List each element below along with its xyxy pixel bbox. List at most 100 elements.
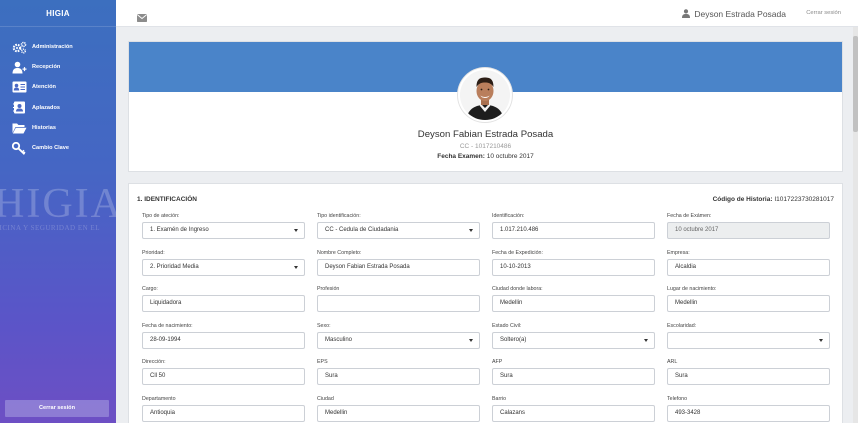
eps-input[interactable]: Sura [317, 368, 480, 385]
user-icon [682, 9, 691, 18]
fecha-de-expedicion-input[interactable]: 10-10-2013 [492, 258, 655, 276]
field-label: ARL [667, 359, 678, 365]
empresa-input[interactable]: Alcaldia [667, 258, 830, 276]
direccion-input[interactable]: Cll 50 [142, 368, 305, 385]
history-code: Código de Historia: I1017223730281017 [713, 196, 834, 203]
lugar-de-nacimiento-input[interactable]: Medellin [667, 295, 830, 312]
prioridad-select[interactable]: 2. Prioridad Media [142, 258, 305, 276]
field-label: Sexo: [317, 322, 331, 329]
field-label: Tipo identificación: [317, 213, 361, 219]
departamento-input[interactable]: Antioquia [142, 404, 305, 422]
arl-input[interactable]: Sura [667, 368, 830, 385]
field-ciudad-donde-labora: Ciudad donde labora: Medellin [492, 285, 655, 322]
profile-card: Deyson Fabian Estrada Posada CC - 101721… [128, 41, 843, 172]
ciudad-input[interactable]: Medellin [317, 404, 480, 422]
field-label: Dirección: [142, 359, 166, 365]
field-label: Profesión [317, 286, 340, 292]
sidebar-item-label: Recepción [32, 64, 61, 71]
cargo-input[interactable]: Liquidadora [142, 295, 305, 312]
fecha-de-examen-input: 10 octubre 2017 [667, 222, 830, 239]
signout-link[interactable]: Cerrar sesión [806, 0, 841, 27]
profile-exam-date: Fecha Examen: 10 octubre 2017 [129, 153, 842, 160]
field-sexo: Sexo: Masculino [317, 322, 480, 359]
field-ciudad: Ciudad Medellin [317, 395, 480, 423]
field-tipo-de-atecion: Tipo de ateción: 1. Examén de Ingreso [142, 212, 305, 249]
sidebar-item-label: Atención [32, 84, 56, 91]
field-fecha-de-expedicion: Fecha de Expedición: 10-10-2013 [492, 249, 655, 286]
history-code-label: Código de Historia: [712, 196, 773, 203]
field-eps: EPS Sura [317, 358, 480, 395]
field-fecha-de-nacimiento: Fecha de nacimiento: 28-09-1994 [142, 322, 305, 359]
field-telefono: Telefono 493-3428 [667, 395, 830, 423]
history-code-value: I1017223730281017 [774, 196, 834, 203]
envelope-icon[interactable] [137, 9, 147, 27]
field-tipo-identificacion: Tipo identificación: CC - Cedula de Ciuda… [317, 212, 480, 249]
field-prioridad: Prioridad: 2. Prioridad Media [142, 249, 305, 286]
section-title: 1. IDENTIFICACIÓN [137, 196, 197, 203]
field-cargo: Cargo: Liquidadora [142, 285, 305, 322]
telefono-input[interactable]: 493-3428 [667, 404, 830, 422]
profile-document: CC - 1017210486 [459, 143, 512, 150]
sidebar-item-label: Cambio Clave [32, 145, 69, 152]
field-label: Empresa: [667, 249, 690, 256]
id-card-icon [11, 81, 27, 94]
field-label: Fecha de Expedición: [492, 249, 543, 256]
sidebar-item-historias[interactable]: Historias [0, 118, 116, 138]
profesion-input[interactable] [317, 295, 480, 312]
field-escolaridad: Escolaridad: [667, 322, 830, 359]
identificacion-input[interactable]: 1.017.210.486 [492, 222, 655, 239]
field-label: Fecha de nacimiento: [142, 322, 193, 329]
field-label: Identificación: [492, 213, 525, 219]
exam-date-label: Fecha Examen: [437, 153, 485, 160]
field-label: Barrio [492, 395, 507, 402]
user-menu[interactable]: Deyson Estrada Posada [682, 0, 786, 27]
field-label: Tipo de ateción: [142, 213, 180, 219]
form-header: 1. IDENTIFICACIÓN Código de Historia: I1… [137, 196, 834, 206]
identification-form: 1. IDENTIFICACIÓN Código de Historia: I1… [128, 183, 843, 423]
gears-icon [11, 41, 27, 54]
field-lugar-de-nacimiento: Lugar de nacimiento: Medellin [667, 285, 830, 322]
field-label: EPS [317, 359, 328, 365]
logout-button[interactable]: Cerrar sesión [5, 400, 109, 417]
estado-civil-select[interactable]: Soltero(a) [492, 331, 655, 349]
scrollbar-thumb[interactable] [853, 36, 858, 132]
brand-title[interactable]: HIGIA [0, 0, 116, 27]
field-label: Fecha de Exámen: [667, 213, 712, 219]
sidebar-item-recepcion[interactable]: Recepción [0, 57, 116, 77]
key-icon [11, 141, 27, 155]
field-departamento: Departamento Antioquia [142, 395, 305, 423]
brand-watermark: HIGIA DICINA Y SEGURIDAD EN EL [0, 181, 116, 232]
fecha-de-nacimiento-input[interactable]: 28-09-1994 [142, 331, 305, 349]
sidebar: HIGIA Administración Recepción Atención … [0, 0, 116, 423]
sidebar-item-label: Aplazados [32, 104, 60, 111]
sidebar-item-administracion[interactable]: Administración [0, 37, 116, 57]
ciudad-donde-labora-input[interactable]: Medellin [492, 295, 655, 312]
field-barrio: Barrio Calazans [492, 395, 655, 423]
barrio-input[interactable]: Calazans [492, 404, 655, 422]
avatar [458, 68, 512, 122]
user-name: Deyson Estrada Posada [694, 8, 786, 19]
folder-open-icon [11, 121, 27, 134]
afp-input[interactable]: Sura [492, 368, 655, 385]
field-label: Lugar de nacimiento: [667, 286, 717, 292]
form-grid: Tipo de ateción: 1. Examén de Ingreso Tipo… [142, 212, 830, 423]
field-estado-civil: Estado Civil: Soltero(a) [492, 322, 655, 359]
escolaridad-select[interactable] [667, 331, 830, 349]
tipo-identificacion-select[interactable]: CC - Cedula de Ciudadania [317, 222, 480, 239]
nombre-completo-input[interactable]: Deyson Fabian Estrada Posada [317, 258, 480, 276]
sexo-select[interactable]: Masculino [317, 331, 480, 349]
tipo-de-atecion-select[interactable]: 1. Examén de Ingreso [142, 222, 305, 239]
field-label: Nombre Completo: [317, 249, 362, 256]
address-book-icon [11, 101, 27, 114]
field-afp: AFP Sura [492, 358, 655, 395]
field-label: Estado Civil: [492, 322, 522, 329]
field-label: Ciudad donde labora: [492, 286, 543, 292]
user-plus-icon [11, 61, 27, 74]
sidebar-item-aplazados[interactable]: Aplazados [0, 98, 116, 118]
sidebar-item-cambio-clave[interactable]: Cambio Clave [0, 138, 116, 158]
profile-name: Deyson Fabian Estrada Posada [417, 129, 554, 140]
field-fecha-de-examen: Fecha de Exámen: 10 octubre 2017 [667, 212, 830, 249]
field-label: Cargo: [142, 286, 158, 292]
field-label: Telefono [667, 395, 688, 402]
sidebar-item-atencion[interactable]: Atención [0, 77, 116, 97]
